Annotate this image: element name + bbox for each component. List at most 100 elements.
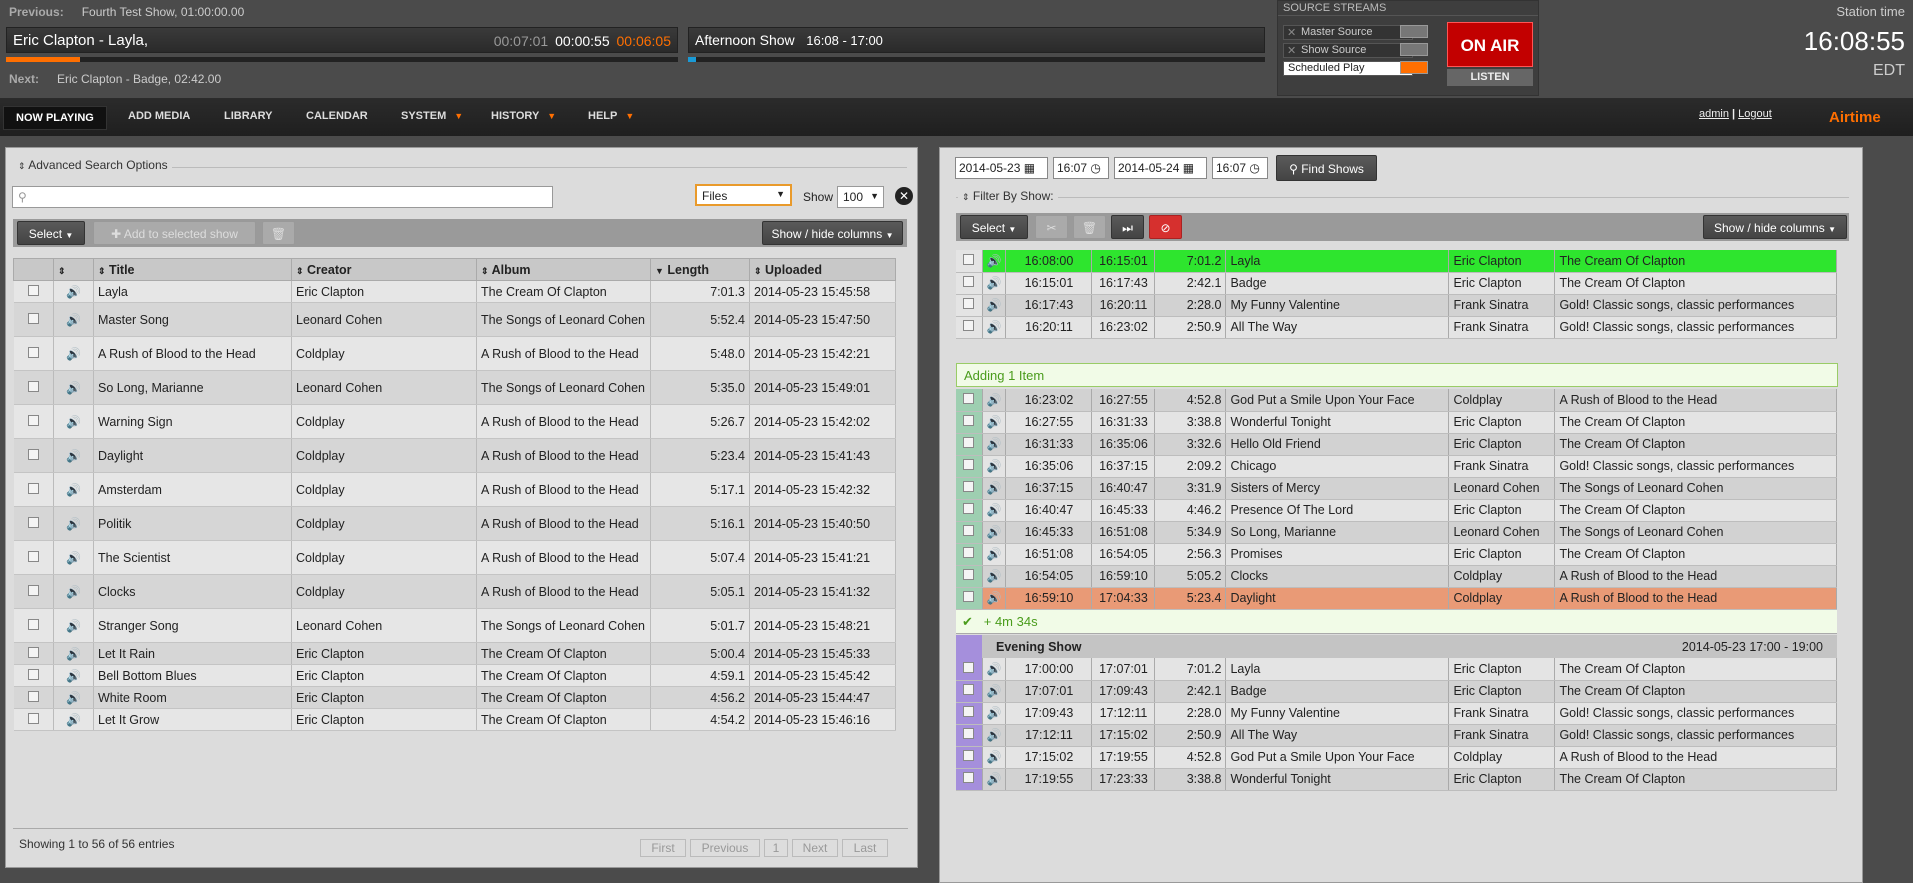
- table-row[interactable]: 🔊 White Room Eric Clapton The Cream Of C…: [13, 686, 896, 709]
- row-checkbox[interactable]: [963, 591, 975, 602]
- row-checkbox[interactable]: [963, 525, 975, 536]
- speaker-icon[interactable]: 🔊: [66, 669, 81, 683]
- nav-add-media[interactable]: ADD MEDIA: [120, 108, 198, 124]
- row-checkbox[interactable]: [963, 481, 975, 492]
- row-checkbox[interactable]: [963, 503, 975, 514]
- speaker-icon[interactable]: 🔊: [987, 276, 1002, 290]
- speaker-icon[interactable]: 🔊: [987, 706, 1002, 720]
- master-source-switch[interactable]: [1400, 25, 1428, 38]
- nav-history[interactable]: HISTORY ▼: [483, 108, 564, 124]
- nav-help[interactable]: HELP ▼: [580, 108, 642, 124]
- start-date-input[interactable]: 2014-05-23 ▦: [955, 157, 1048, 179]
- row-checkbox[interactable]: [963, 728, 975, 739]
- schedule-row[interactable]: 🔊 17:12:11 17:15:02 2:50.9 All The Way F…: [956, 724, 1837, 747]
- schedule-delete-button[interactable]: 🗑: [1073, 215, 1106, 239]
- nav-library[interactable]: LIBRARY: [216, 108, 280, 124]
- schedule-columns-button[interactable]: Show / hide columns ▼: [1703, 215, 1847, 239]
- admin-link[interactable]: admin: [1699, 108, 1729, 120]
- row-checkbox[interactable]: [963, 684, 975, 695]
- speaker-icon[interactable]: 🔊: [66, 691, 81, 705]
- scheduled-play-switch[interactable]: [1400, 61, 1428, 74]
- table-row[interactable]: 🔊 Let It Grow Eric Clapton The Cream Of …: [13, 708, 896, 731]
- nav-system[interactable]: SYSTEM ▼: [393, 108, 471, 124]
- row-checkbox[interactable]: [27, 712, 39, 724]
- schedule-select-button[interactable]: Select ▼: [960, 215, 1028, 239]
- master-source[interactable]: ✕ Master Source: [1283, 25, 1413, 40]
- search-input[interactable]: ⚲: [12, 186, 553, 208]
- table-row[interactable]: 🔊 So Long, Marianne Leonard Cohen The So…: [13, 370, 896, 405]
- last-page-button[interactable]: Last: [842, 839, 888, 857]
- row-checkbox[interactable]: [963, 772, 975, 783]
- table-row[interactable]: 🔊 Politik Coldplay A Rush of Blood to th…: [13, 506, 896, 541]
- row-checkbox[interactable]: [963, 661, 975, 673]
- add-to-show-button[interactable]: ✚ Add to selected show: [93, 221, 256, 245]
- end-date-input[interactable]: 2014-05-24 ▦: [1114, 157, 1207, 179]
- speaker-icon[interactable]: 🔊: [987, 662, 1002, 676]
- speaker-icon[interactable]: 🔊: [66, 647, 81, 661]
- schedule-row[interactable]: 🔊 16:45:33 16:51:08 5:34.9 So Long, Mari…: [956, 521, 1837, 544]
- row-checkbox[interactable]: [963, 750, 975, 761]
- col-album[interactable]: ⇕ Album: [476, 258, 651, 281]
- show-count-select[interactable]: 100 ▼: [837, 186, 884, 208]
- speaker-icon[interactable]: 🔊: [987, 393, 1002, 407]
- schedule-row[interactable]: 🔊 16:37:15 16:40:47 3:31.9 Sisters of Me…: [956, 477, 1837, 500]
- table-row[interactable]: 🔊 Warning Sign Coldplay A Rush of Blood …: [13, 404, 896, 439]
- delete-button[interactable]: 🗑: [262, 221, 295, 245]
- find-shows-button[interactable]: ⚲ Find Shows: [1276, 155, 1377, 181]
- select-button[interactable]: Select ▼: [17, 221, 85, 245]
- schedule-row[interactable]: 🔊 17:15:02 17:19:55 4:52.8 God Put a Smi…: [956, 746, 1837, 769]
- cut-button[interactable]: ✂: [1035, 215, 1068, 239]
- cancel-show-button[interactable]: ⊘: [1149, 215, 1182, 239]
- schedule-row[interactable]: 🔊 16:54:05 16:59:10 5:05.2 Clocks Coldpl…: [956, 565, 1837, 588]
- first-page-button[interactable]: First: [640, 839, 686, 857]
- table-row[interactable]: 🔊 Bell Bottom Blues Eric Clapton The Cre…: [13, 664, 896, 687]
- speaker-icon[interactable]: 🔊: [987, 772, 1002, 786]
- schedule-row[interactable]: 🔊 17:00:00 17:07:01 7:01.2 Layla Eric Cl…: [956, 658, 1837, 681]
- table-row[interactable]: 🔊 Master Song Leonard Cohen The Songs of…: [13, 302, 896, 337]
- row-checkbox[interactable]: [27, 414, 39, 426]
- speaker-icon[interactable]: 🔊: [987, 415, 1002, 429]
- schedule-row[interactable]: 🔊 16:51:08 16:54:05 2:56.3 Promises Eric…: [956, 543, 1837, 566]
- row-checkbox[interactable]: [963, 392, 975, 404]
- logout-link[interactable]: Logout: [1738, 108, 1772, 120]
- row-checkbox[interactable]: [27, 284, 39, 296]
- speaker-icon[interactable]: 🔊: [987, 525, 1002, 539]
- col-title[interactable]: ⇕ Title: [93, 258, 292, 281]
- speaker-icon[interactable]: 🔊: [66, 285, 81, 299]
- schedule-row[interactable]: 🔊 16:40:47 16:45:33 4:46.2 Presence Of T…: [956, 499, 1837, 522]
- schedule-row[interactable]: 🔊 16:15:01 16:17:43 2:42.1 Badge Eric Cl…: [956, 272, 1837, 295]
- close-icon[interactable]: ✕: [1287, 26, 1296, 39]
- speaker-icon[interactable]: 🔊: [66, 415, 81, 429]
- speaker-icon[interactable]: 🔊: [66, 585, 81, 599]
- row-checkbox[interactable]: [27, 448, 39, 460]
- speaker-icon[interactable]: 🔊: [987, 481, 1002, 495]
- page-1-button[interactable]: 1: [764, 839, 788, 857]
- table-row[interactable]: 🔊 Stranger Song Leonard Cohen The Songs …: [13, 608, 896, 643]
- row-checkbox[interactable]: [963, 547, 975, 558]
- listen-button[interactable]: LISTEN: [1447, 69, 1533, 86]
- row-checkbox[interactable]: [27, 618, 39, 630]
- schedule-row[interactable]: 🔊 17:09:43 17:12:11 2:28.0 My Funny Vale…: [956, 702, 1837, 725]
- row-checkbox[interactable]: [963, 320, 975, 331]
- schedule-row[interactable]: 🔊 17:19:55 17:23:33 3:38.8 Wonderful Ton…: [956, 768, 1837, 791]
- filter-by-show-toggle[interactable]: ⇕ Filter By Show:: [958, 189, 1058, 203]
- speaker-icon[interactable]: 🔊: [987, 503, 1002, 517]
- row-checkbox[interactable]: [963, 276, 975, 287]
- row-checkbox[interactable]: [963, 253, 975, 265]
- speaker-icon[interactable]: 🔊: [66, 449, 81, 463]
- schedule-row[interactable]: 🔊 16:23:02 16:27:55 4:52.8 God Put a Smi…: [956, 389, 1837, 412]
- nav-calendar[interactable]: CALENDAR: [298, 108, 376, 124]
- table-row[interactable]: 🔊 Daylight Coldplay A Rush of Blood to t…: [13, 438, 896, 473]
- start-time-input[interactable]: 16:07 ◷: [1053, 157, 1109, 179]
- row-checkbox[interactable]: [27, 550, 39, 562]
- speaker-icon[interactable]: 🔊: [987, 547, 1002, 561]
- row-checkbox[interactable]: [963, 706, 975, 717]
- row-checkbox[interactable]: [27, 380, 39, 392]
- speaker-icon[interactable]: 🔊: [66, 619, 81, 633]
- advanced-search-toggle[interactable]: ⇕ Advanced Search Options: [14, 158, 172, 172]
- clear-search-button[interactable]: ✕: [895, 187, 913, 205]
- schedule-row[interactable]: 🔊 16:31:33 16:35:06 3:32.6 Hello Old Fri…: [956, 433, 1837, 456]
- row-checkbox[interactable]: [963, 459, 975, 470]
- speaker-icon[interactable]: 🔊: [987, 320, 1002, 334]
- speaker-icon[interactable]: 🔊: [987, 591, 1002, 605]
